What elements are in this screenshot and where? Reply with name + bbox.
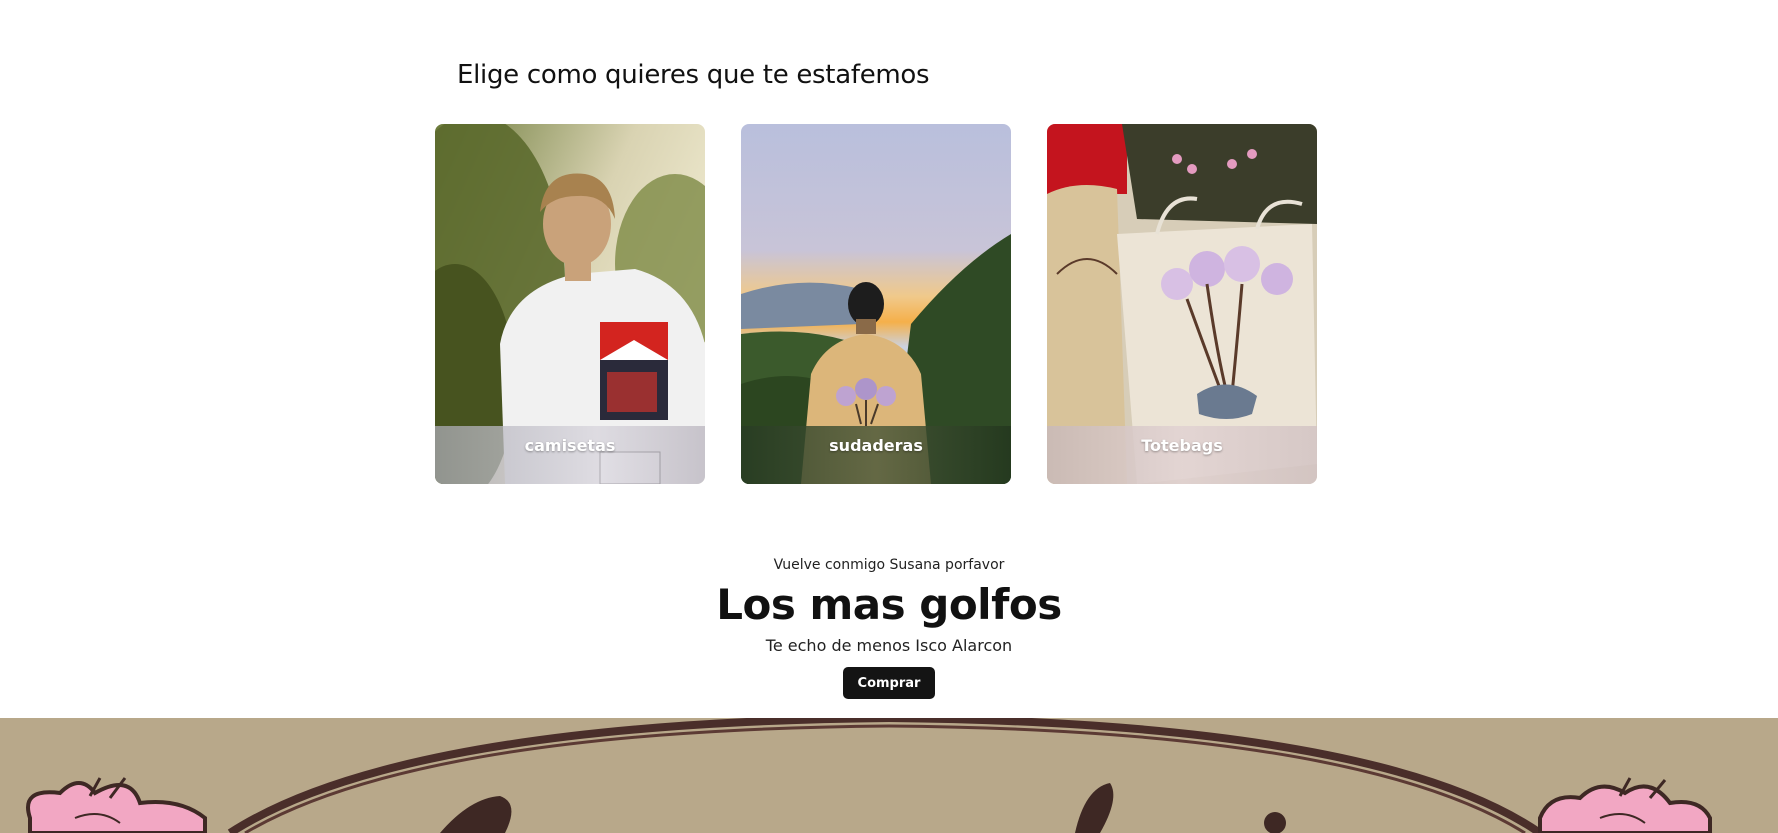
category-label: Totebags [1141,436,1223,455]
banner-artwork [0,718,1778,833]
promo-pre-title: Vuelve conmigo Susana porfavor [773,557,1005,573]
category-label: sudaderas [829,436,923,455]
category-card-sudaderas[interactable]: sudaderas [741,124,1011,484]
category-card-totebags[interactable]: Totebags [1047,124,1317,484]
sudaderas-label-bar: sudaderas [741,426,1011,484]
camisetas-label-bar: camisetas [435,426,705,484]
category-label: camisetas [524,436,616,455]
footer-banner [0,718,1778,833]
section-heading: Elige como quieres que te estafemos [457,60,930,90]
promo-subtitle: Te echo de menos Isco Alarcon [765,636,1013,655]
promo-section: Vuelve conmigo Susana porfavor Los mas g… [0,555,1778,699]
buy-button[interactable]: Comprar [842,667,936,699]
category-cards: camisetas sudaderas Totebags [435,124,1318,484]
totebags-label-bar: Totebags [1047,426,1317,484]
promo-title: Los mas golfos [716,580,1062,629]
category-card-camisetas[interactable]: camisetas [435,124,705,484]
